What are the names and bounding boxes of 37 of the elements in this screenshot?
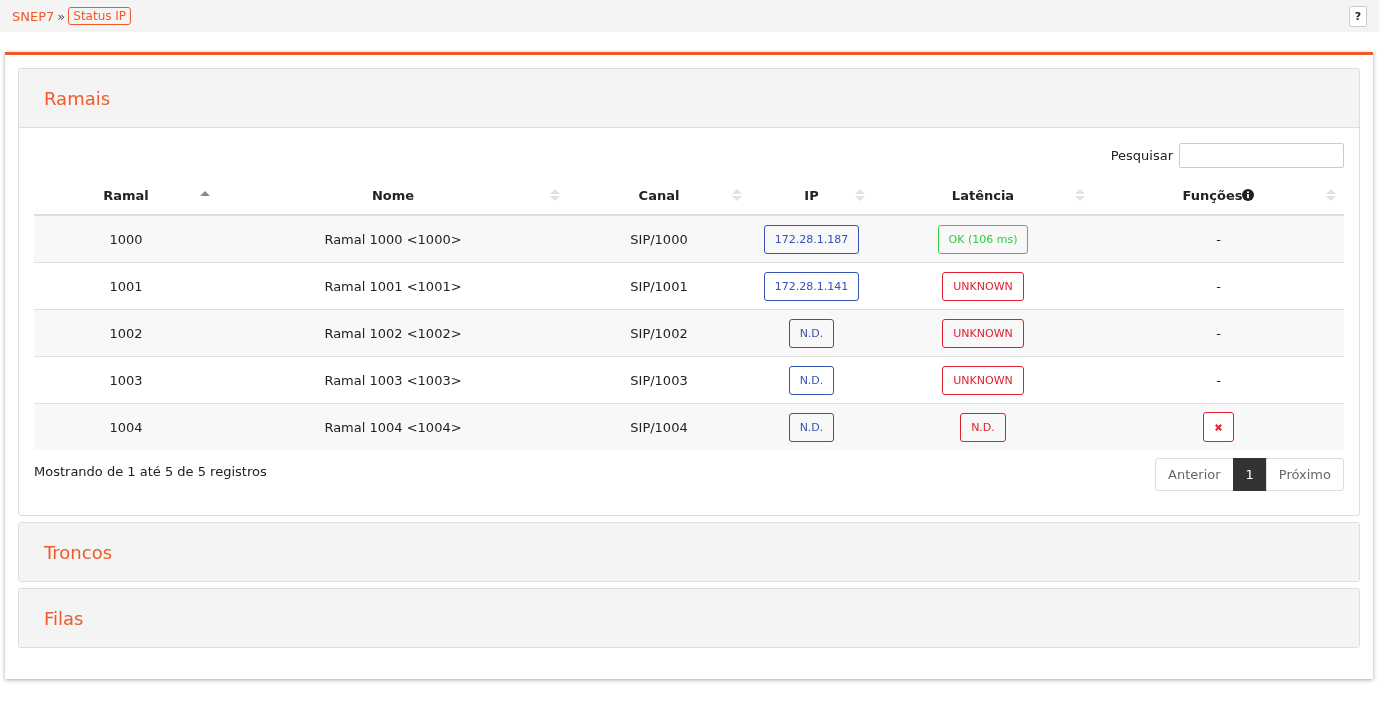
ip-badge: N.D. <box>788 318 835 348</box>
table-cell: - <box>1216 372 1221 388</box>
table-info: Mostrando de 1 até 5 de 5 registros <box>34 464 267 479</box>
table-cell: Ramal 1002 <1002> <box>218 309 568 357</box>
ip-badge: 172.28.1.141 <box>763 271 860 301</box>
breadcrumb-separator: » <box>57 8 66 24</box>
table-cell: 1002 <box>34 309 218 357</box>
search-label: Pesquisar <box>1110 148 1173 163</box>
close-icon <box>1214 422 1223 432</box>
table-cell: 1004 <box>34 403 218 450</box>
table-cell: Ramal 1000 <1000> <box>218 215 568 263</box>
latency-badge: UNKNOWN <box>942 365 1024 395</box>
panel-title: Troncos <box>44 541 113 563</box>
breadcrumb-current: Status IP <box>68 7 132 25</box>
page-button[interactable]: Próximo <box>1265 458 1344 491</box>
table-cell: - <box>1216 278 1221 294</box>
table-cell: SIP/1002 <box>568 309 750 357</box>
ip-badge: N.D. <box>788 412 835 442</box>
ip-badge: N.D. <box>788 365 835 395</box>
page-button[interactable]: 1 <box>1232 458 1267 491</box>
table-cell: - <box>1216 231 1221 247</box>
table-cell: SIP/1004 <box>568 403 750 450</box>
search-field[interactable] <box>1179 143 1344 168</box>
panel-title: Filas <box>44 607 84 629</box>
table-cell: Ramal 1004 <1004> <box>218 403 568 450</box>
latency-badge: UNKNOWN <box>942 318 1024 348</box>
table-cell: 1000 <box>34 215 218 263</box>
table-cell: SIP/1000 <box>568 215 750 263</box>
page-button[interactable]: Anterior <box>1155 458 1234 491</box>
latency-badge: N.D. <box>960 412 1006 442</box>
remove-button[interactable] <box>1203 412 1234 442</box>
help-button[interactable]: ? <box>1349 5 1367 27</box>
ip-badge: 172.28.1.187 <box>763 224 860 254</box>
table-cell: - <box>1216 325 1221 341</box>
panel-title: Ramais <box>44 87 111 109</box>
latency-badge: UNKNOWN <box>942 271 1024 301</box>
latency-badge: OK (106 ms) <box>937 224 1029 254</box>
